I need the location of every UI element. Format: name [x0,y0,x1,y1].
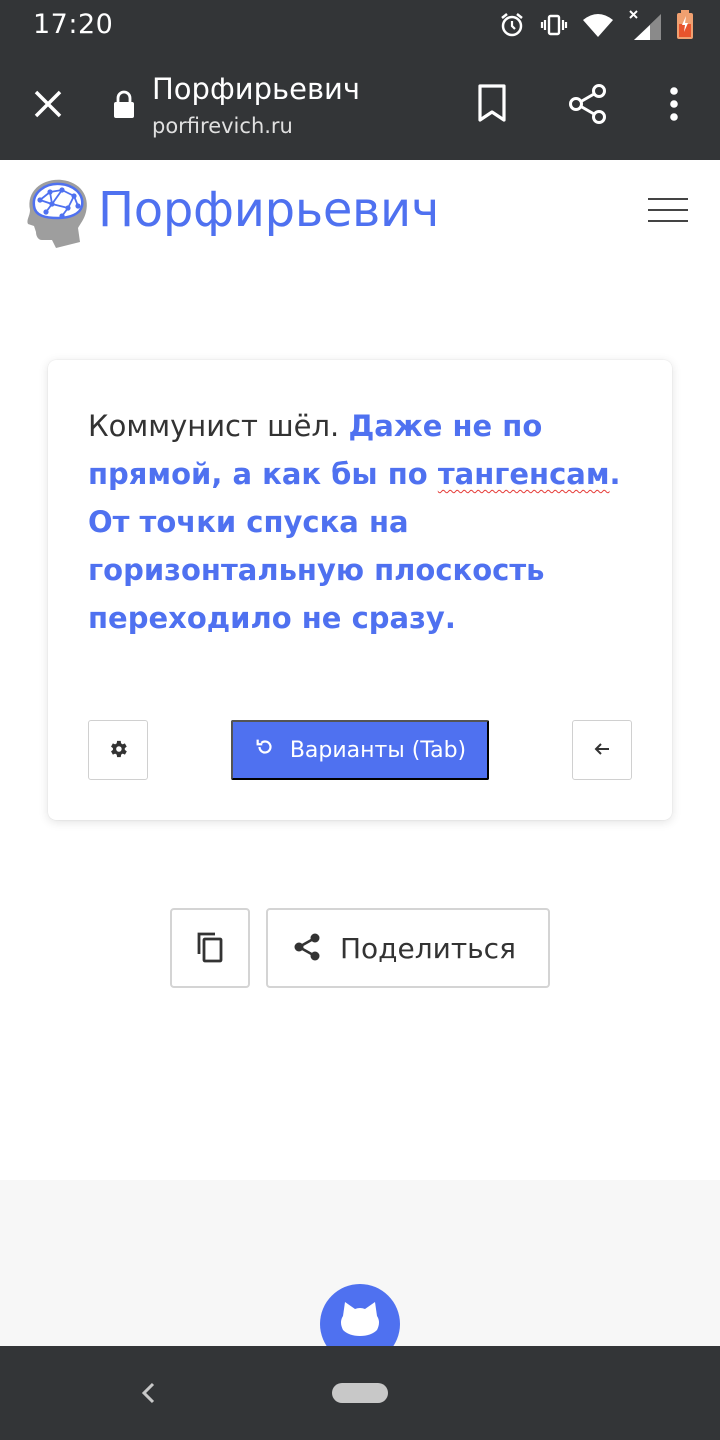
vibrate-icon [540,11,568,39]
hamburger-menu-icon[interactable] [648,198,688,226]
share-icon[interactable] [566,82,610,126]
copy-button[interactable] [170,908,250,988]
undo-button[interactable] [572,720,632,780]
editor-card: Коммунист шёл. Даже не по прямой, а как … [48,360,672,820]
page-footer [0,1180,720,1346]
home-pill-icon[interactable] [332,1383,388,1403]
browser-toolbar: Порфирьевич porfirevich.ru [0,50,720,160]
signal-icon [628,10,662,40]
story-editor[interactable]: Коммунист шёл. Даже не по прямой, а как … [88,402,636,642]
close-icon[interactable] [28,84,68,124]
site-brand[interactable]: Порфирьевич [98,182,439,238]
browser-page-title[interactable]: Порфирьевич [152,72,360,106]
copy-icon [195,930,225,967]
share-icon [292,932,322,965]
more-vert-icon[interactable] [660,82,688,126]
bookmark-icon[interactable] [474,82,510,126]
status-bar: 17:20 [0,0,720,50]
status-icons [498,8,694,42]
user-text: Коммунист шёл. [88,409,349,443]
nav-back-icon[interactable] [136,1378,160,1408]
battery-icon [676,10,694,40]
refresh-icon [254,736,276,764]
gear-icon [107,738,129,763]
browser-url[interactable]: porfirevich.ru [152,114,293,138]
wifi-icon [582,11,614,39]
arrow-left-icon [592,739,612,762]
status-time: 17:20 [33,9,114,40]
share-story-button[interactable]: Поделиться [266,908,550,988]
alarm-icon [498,11,526,39]
brain-head-logo-icon[interactable] [22,174,94,250]
variants-button[interactable]: Варианты (Tab) [231,720,489,780]
github-icon [333,1296,387,1346]
misspelled-word: тангенсам [437,457,610,491]
share-button-label: Поделиться [340,931,516,965]
variants-button-label: Варианты (Tab) [289,737,467,763]
lock-icon [112,90,136,120]
site-header: Порфирьевич [0,160,720,270]
system-nav-bar [0,1346,720,1440]
settings-button[interactable] [88,720,148,780]
github-link[interactable] [320,1284,400,1346]
